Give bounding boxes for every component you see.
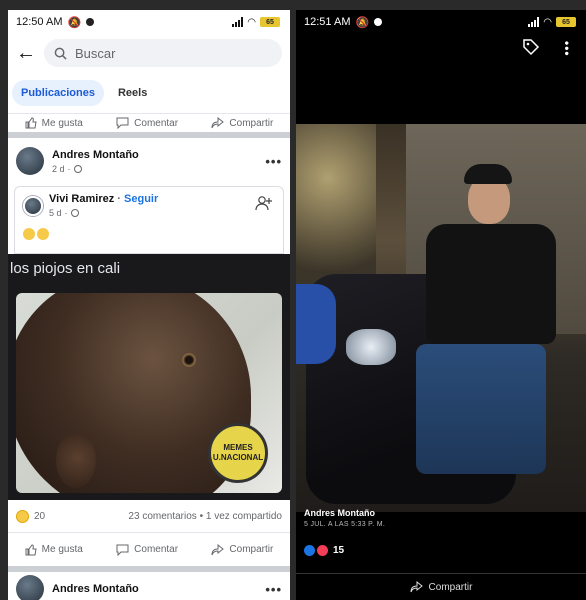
post-image[interactable]: MEMES U.NACIONAL bbox=[16, 293, 282, 493]
reaction-count: 15 bbox=[333, 545, 345, 556]
post-emojis bbox=[23, 228, 275, 240]
battery-icon: 65 bbox=[260, 17, 280, 27]
share-button[interactable]: Compartir bbox=[211, 117, 273, 129]
more-options-icon[interactable]: ••• bbox=[265, 154, 282, 169]
shared-post-time: 5 d bbox=[49, 208, 62, 218]
status-bar: 12:51 AM 🔕 ◠ 65 bbox=[296, 10, 586, 34]
post-text: los piojos en cali bbox=[10, 260, 121, 277]
next-post-author[interactable]: Andres Montaño bbox=[52, 583, 257, 595]
sad-emoji-icon bbox=[23, 228, 35, 240]
person-jeans bbox=[416, 344, 546, 474]
notification-dot-icon bbox=[86, 18, 95, 26]
back-arrow-icon[interactable]: ← bbox=[16, 42, 36, 65]
comment-label: Comentar bbox=[134, 117, 179, 129]
wifi-icon: ◠ bbox=[247, 16, 256, 28]
share-icon bbox=[211, 117, 225, 129]
tab-reels[interactable]: Reels bbox=[118, 87, 147, 99]
share-label: Compartir bbox=[229, 544, 274, 555]
share-button[interactable]: Compartir bbox=[296, 573, 586, 600]
person-cap bbox=[464, 164, 512, 184]
post-header: Andres Montaño 2 d · ••• bbox=[8, 142, 290, 180]
search-input[interactable]: Buscar bbox=[44, 39, 282, 67]
photo-caption: Andres Montaño 5 JUL. A LAS 5:33 P. M. bbox=[304, 508, 385, 528]
avatar[interactable] bbox=[16, 575, 44, 600]
share-button[interactable]: Compartir bbox=[211, 543, 274, 556]
full-photo[interactable] bbox=[296, 124, 586, 512]
caption-author[interactable]: Andres Montaño bbox=[304, 508, 385, 518]
photo-toolbar: ••• bbox=[296, 34, 586, 64]
person-shirt bbox=[426, 224, 556, 344]
avatar[interactable] bbox=[16, 147, 44, 175]
scalp-bump bbox=[182, 353, 196, 367]
screenshot-frame: 12:50 AM 🔕 ◠ 65 ← Buscar Publicaciones R… bbox=[0, 0, 586, 600]
share-icon bbox=[410, 581, 423, 593]
signal-icon bbox=[232, 17, 244, 27]
post-stats[interactable]: 23 comentarios • 1 vez compartido bbox=[128, 511, 282, 522]
wifi-icon: ◠ bbox=[543, 16, 552, 28]
motorcycle-panel bbox=[296, 284, 336, 364]
comment-label: Comentar bbox=[134, 544, 179, 555]
more-options-icon[interactable]: ••• bbox=[560, 41, 574, 57]
like-button[interactable]: Me gusta bbox=[25, 117, 83, 129]
status-time: 12:51 AM bbox=[304, 16, 351, 28]
reaction-summary: 20 23 comentarios • 1 vez compartido bbox=[8, 500, 290, 532]
previous-post-actions: Me gusta Comentar Compartir bbox=[8, 114, 290, 138]
laughing-emoji-icon bbox=[37, 228, 49, 240]
like-label: Me gusta bbox=[41, 544, 83, 555]
next-post-header: Andres Montaño ••• bbox=[8, 566, 290, 600]
post-time: 2 d bbox=[52, 163, 65, 174]
comment-button[interactable]: Comentar bbox=[116, 544, 178, 556]
notification-dot-icon bbox=[374, 18, 383, 26]
dark-post-body: los piojos en cali MEMES U.NACIONAL bbox=[8, 254, 290, 500]
share-label: Compartir bbox=[229, 117, 274, 129]
like-reaction-icon bbox=[304, 545, 315, 556]
motorcycle-headlight bbox=[346, 329, 396, 365]
like-label: Me gusta bbox=[41, 117, 83, 129]
tag-icon[interactable] bbox=[522, 38, 540, 61]
signal-icon bbox=[528, 17, 540, 27]
post-author[interactable]: Andres Montaño bbox=[52, 149, 257, 161]
reaction-count[interactable]: 20 bbox=[34, 511, 45, 522]
meme-seal-logo: MEMES U.NACIONAL bbox=[208, 423, 268, 483]
mute-bell-icon: 🔕 bbox=[355, 16, 370, 29]
share-label: Compartir bbox=[428, 581, 473, 593]
search-placeholder: Buscar bbox=[75, 45, 116, 61]
post-actions: Me gusta Comentar Compartir bbox=[8, 532, 290, 566]
follow-button[interactable]: Seguir bbox=[124, 193, 158, 205]
comment-button[interactable]: Comentar bbox=[116, 117, 178, 129]
search-icon bbox=[54, 47, 67, 60]
reaction-summary[interactable]: 15 bbox=[304, 545, 344, 556]
shared-post-card: Vivi Ramirez · Seguir 5 d · bbox=[14, 186, 284, 254]
ear-illustration bbox=[56, 433, 96, 488]
love-reaction-icon bbox=[317, 545, 328, 556]
globe-icon bbox=[70, 209, 79, 217]
more-options-icon[interactable]: ••• bbox=[265, 582, 282, 597]
tabs: Publicaciones Reels bbox=[8, 72, 290, 114]
right-screen: 12:51 AM 🔕 ◠ 65 ••• Andres Montaño 5 JUL… bbox=[296, 10, 586, 600]
comment-icon bbox=[116, 117, 129, 129]
status-bar: 12:50 AM 🔕 ◠ 65 bbox=[8, 10, 290, 34]
haha-reaction-icon bbox=[16, 509, 29, 523]
mute-bell-icon: 🔕 bbox=[67, 16, 82, 29]
thumbs-up-icon bbox=[25, 543, 37, 555]
shared-author[interactable]: Vivi Ramirez bbox=[49, 193, 114, 205]
search-header: ← Buscar bbox=[8, 34, 290, 72]
add-friend-icon[interactable] bbox=[255, 195, 273, 216]
caption-date: 5 JUL. A LAS 5:33 P. M. bbox=[304, 521, 386, 528]
globe-icon bbox=[73, 164, 82, 173]
avatar[interactable] bbox=[23, 195, 43, 216]
like-button[interactable]: Me gusta bbox=[25, 543, 83, 556]
left-screen: 12:50 AM 🔕 ◠ 65 ← Buscar Publicaciones R… bbox=[8, 10, 290, 600]
tab-publicaciones[interactable]: Publicaciones bbox=[12, 79, 104, 106]
thumbs-up-icon bbox=[25, 117, 37, 129]
comment-icon bbox=[116, 544, 129, 556]
status-time: 12:50 AM bbox=[16, 16, 63, 28]
battery-icon: 65 bbox=[556, 17, 576, 27]
share-icon bbox=[211, 543, 225, 555]
